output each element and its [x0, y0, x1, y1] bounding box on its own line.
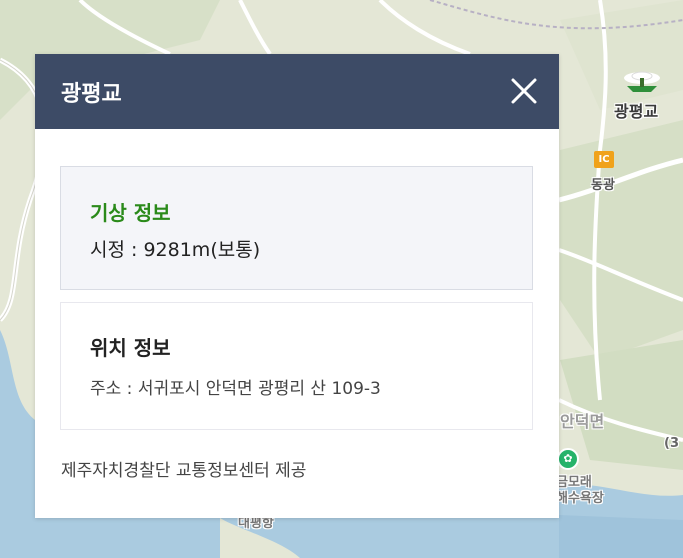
weather-info-title: 기상 정보 — [90, 201, 171, 225]
map-poi-name[interactable]: 광평교 — [614, 98, 658, 122]
map-route-label: (3 — [664, 436, 679, 451]
map-beach-label: 금모래 해수욕장 — [556, 475, 604, 507]
ic-badge[interactable]: IC — [594, 151, 614, 168]
data-source-note: 제주자치경찰단 교통정보센터 제공 — [61, 461, 307, 481]
popup-title: 광평교 — [61, 82, 122, 107]
address-line: 주소 : 서귀포시 안덕면 광평리 산 109-3 — [90, 379, 381, 399]
visibility-value: 9281m(보통) — [143, 239, 261, 261]
map-beach-label-line1: 금모래 — [556, 475, 592, 490]
info-popup: 광평교 기상 정보 시정 : 9281m(보통) 위치 정보 주소 : 서귀포시… — [35, 54, 559, 518]
visibility-label: 시정 : — [90, 239, 144, 261]
map-ic-name: 동광 — [591, 178, 615, 193]
weather-info-card: 기상 정보 시정 : 9281m(보통) — [60, 166, 533, 290]
location-info-title: 위치 정보 — [90, 336, 171, 360]
map-beach-label-line2: 해수욕장 — [556, 491, 604, 506]
cctv-marker-icon[interactable] — [617, 68, 667, 96]
popup-header: 광평교 — [35, 54, 559, 129]
location-info-card: 위치 정보 주소 : 서귀포시 안덕면 광평리 산 109-3 — [60, 302, 533, 430]
close-icon[interactable] — [507, 74, 541, 108]
leaf-pin-icon[interactable]: ✿ — [557, 448, 579, 470]
visibility-line: 시정 : 9281m(보통) — [90, 235, 260, 262]
map-town-label: 안덕면 — [560, 412, 605, 431]
